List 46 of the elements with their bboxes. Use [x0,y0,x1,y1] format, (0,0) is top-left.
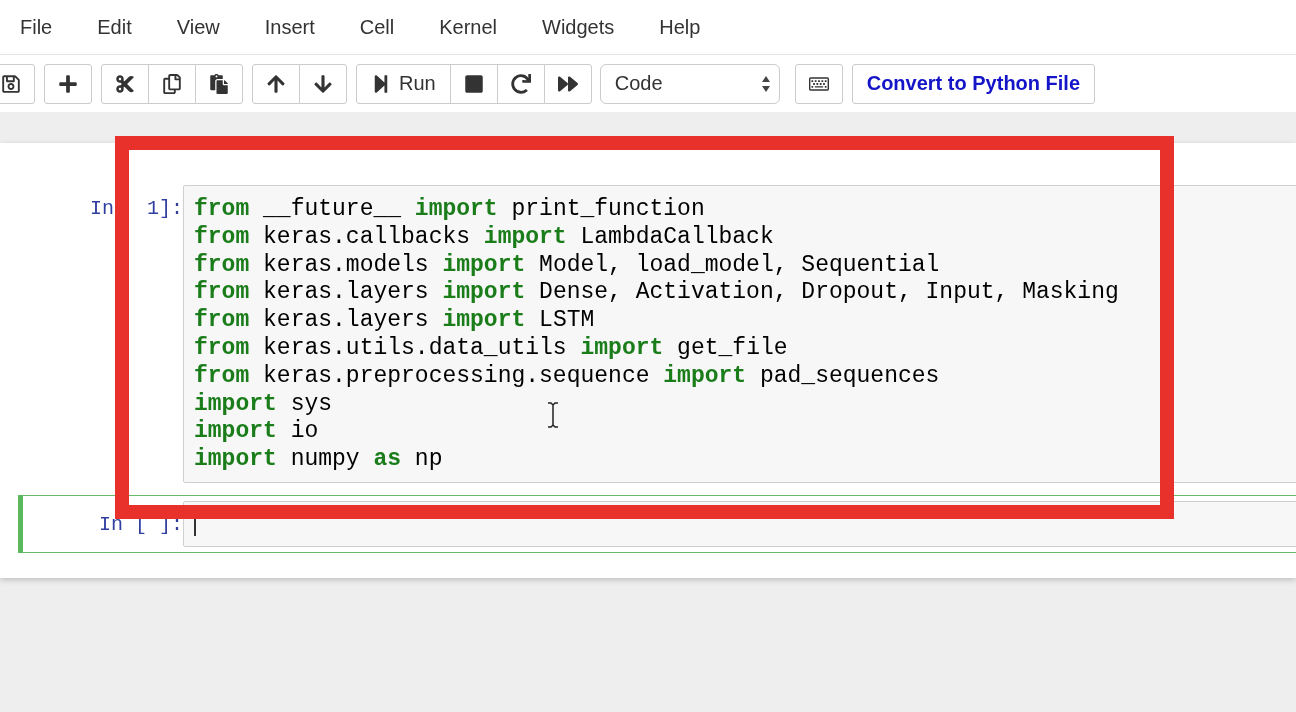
cell-prompt: In [89,196,114,222]
menu-item[interactable]: Help [639,15,723,39]
code-line: from keras.layers import LSTM [194,307,595,335]
plus-button[interactable] [44,63,92,104]
arrow-down-button[interactable] [299,63,347,104]
code-line: from keras.layers import Dense, Activation, Dropout, Input, Masking [194,279,1119,308]
save-button[interactable] [0,63,35,104]
i-beam-cursor-icon [547,402,559,428]
paste-icon [209,73,229,94]
keyboard-button[interactable] [794,63,843,104]
stop-icon [463,73,484,94]
menu-item[interactable]: Widgets [522,15,637,39]
arrow-down-icon [313,73,333,94]
scissors-icon [115,73,135,94]
convert-button[interactable]: Convert to Python File [851,63,1096,104]
copy-button[interactable] [148,63,196,104]
cell-prompt: 1]: [147,196,183,222]
menu-item[interactable]: Cell [339,15,417,39]
code-line: from keras.models import Model, load_model, Sequential [194,251,940,280]
code-line: from keras.preprocessing.sequence import pad_sequences [194,362,940,391]
code-line: import numpy as np [194,446,443,474]
fast-forward-button[interactable] [543,63,592,104]
cell-type-select[interactable]: Code [599,63,780,104]
menu-item[interactable]: File [0,15,75,39]
menu-item[interactable]: Insert [244,15,337,39]
code-line: import sys [194,390,333,419]
menu-item[interactable]: View [156,15,242,39]
arrow-up-button[interactable] [252,63,300,104]
code-line: from __future__ import print_function [194,196,705,224]
updown-arrows-icon [760,74,771,93]
menu-item[interactable]: Edit [77,15,154,39]
menu-item[interactable]: Kernel [419,15,519,39]
restart-icon [510,73,531,94]
code-line: from keras.utils.data_utils import get_file [194,335,788,363]
code-line: from keras.callbacks import LambdaCallback [194,223,774,252]
arrow-up-icon [266,73,286,94]
scissors-button[interactable] [101,63,149,104]
plus-icon [58,73,78,94]
run-button[interactable]: Run [356,63,451,104]
paste-button[interactable] [195,63,243,104]
code-input[interactable] [183,185,1296,483]
copy-icon [162,73,182,94]
restart-button[interactable] [496,63,545,104]
save-icon [1,73,21,94]
code-line: import io [194,418,319,447]
stop-button[interactable] [449,63,498,104]
